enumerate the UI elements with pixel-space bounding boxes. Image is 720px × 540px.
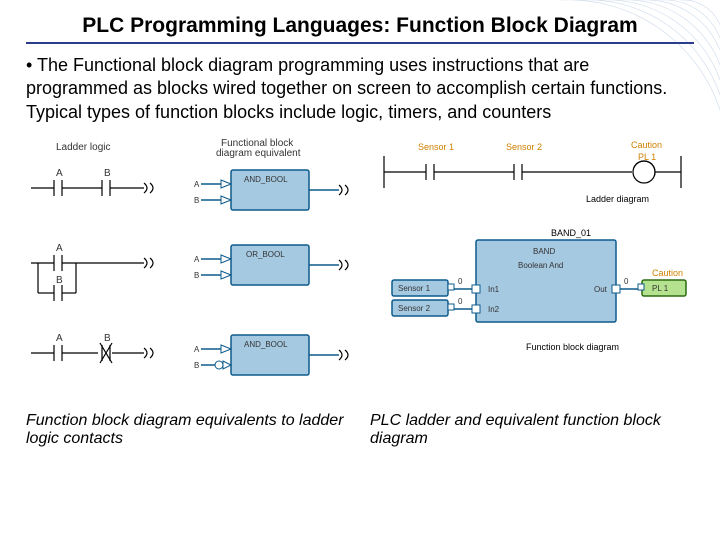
ladder-diagram-label: Ladder diagram — [586, 194, 649, 204]
svg-text:In1: In1 — [488, 285, 500, 294]
svg-text:A: A — [194, 255, 200, 264]
ladder-logic-header: Ladder logic — [56, 142, 110, 153]
svg-text:A: A — [56, 243, 63, 254]
svg-text:Out: Out — [594, 285, 608, 294]
or-bool-block: OR_BOOL — [246, 250, 285, 259]
left-diagram: Ladder logic Functional blockdiagram equ… — [26, 138, 366, 398]
svg-text:0: 0 — [458, 277, 463, 286]
band-title: BAND_01 — [551, 228, 591, 238]
svg-text:0: 0 — [624, 277, 629, 286]
caption-left: Function block diagram equivalents to la… — [26, 412, 350, 448]
right-diagram: Sensor 1 Sensor 2 Caution PL 1 Ladder di… — [376, 138, 696, 398]
slide-body: • The Functional block diagram programmi… — [26, 54, 694, 124]
band-label: BAND — [533, 247, 555, 256]
svg-text:A: A — [56, 333, 63, 344]
pl1-label: PL 1 — [638, 152, 656, 162]
svg-text:Caution: Caution — [652, 268, 683, 278]
svg-text:In2: In2 — [488, 305, 500, 314]
slide-title: PLC Programming Languages: Function Bloc… — [26, 14, 694, 44]
band-desc: Boolean And — [518, 261, 563, 270]
svg-text:0: 0 — [458, 297, 463, 306]
svg-text:Sensor 2: Sensor 2 — [398, 304, 431, 313]
fbd-label: Function block diagram — [526, 342, 619, 352]
svg-text:PL 1: PL 1 — [652, 284, 669, 293]
caption-right: PLC ladder and equivalent function block… — [370, 412, 694, 448]
svg-text:B: B — [194, 361, 199, 370]
svg-text:A: A — [194, 345, 200, 354]
sensor1-label: Sensor 1 — [418, 142, 454, 152]
svg-text:B: B — [104, 168, 111, 179]
caution-label: Caution — [631, 140, 662, 150]
svg-text:B: B — [56, 275, 63, 286]
and-bool-not-block: AND_BOOL — [244, 340, 288, 349]
svg-text:A: A — [56, 168, 63, 179]
and-bool-block: AND_BOOL — [244, 175, 288, 184]
svg-text:A: A — [194, 180, 200, 189]
diagram-row: Ladder logic Functional blockdiagram equ… — [26, 138, 694, 398]
svg-text:Sensor 1: Sensor 1 — [398, 284, 431, 293]
svg-text:B: B — [194, 196, 199, 205]
fbd-header: Functional blockdiagram equivalent — [216, 138, 301, 159]
svg-text:B: B — [194, 271, 199, 280]
svg-text:B: B — [104, 333, 111, 344]
sensor2-label: Sensor 2 — [506, 142, 542, 152]
